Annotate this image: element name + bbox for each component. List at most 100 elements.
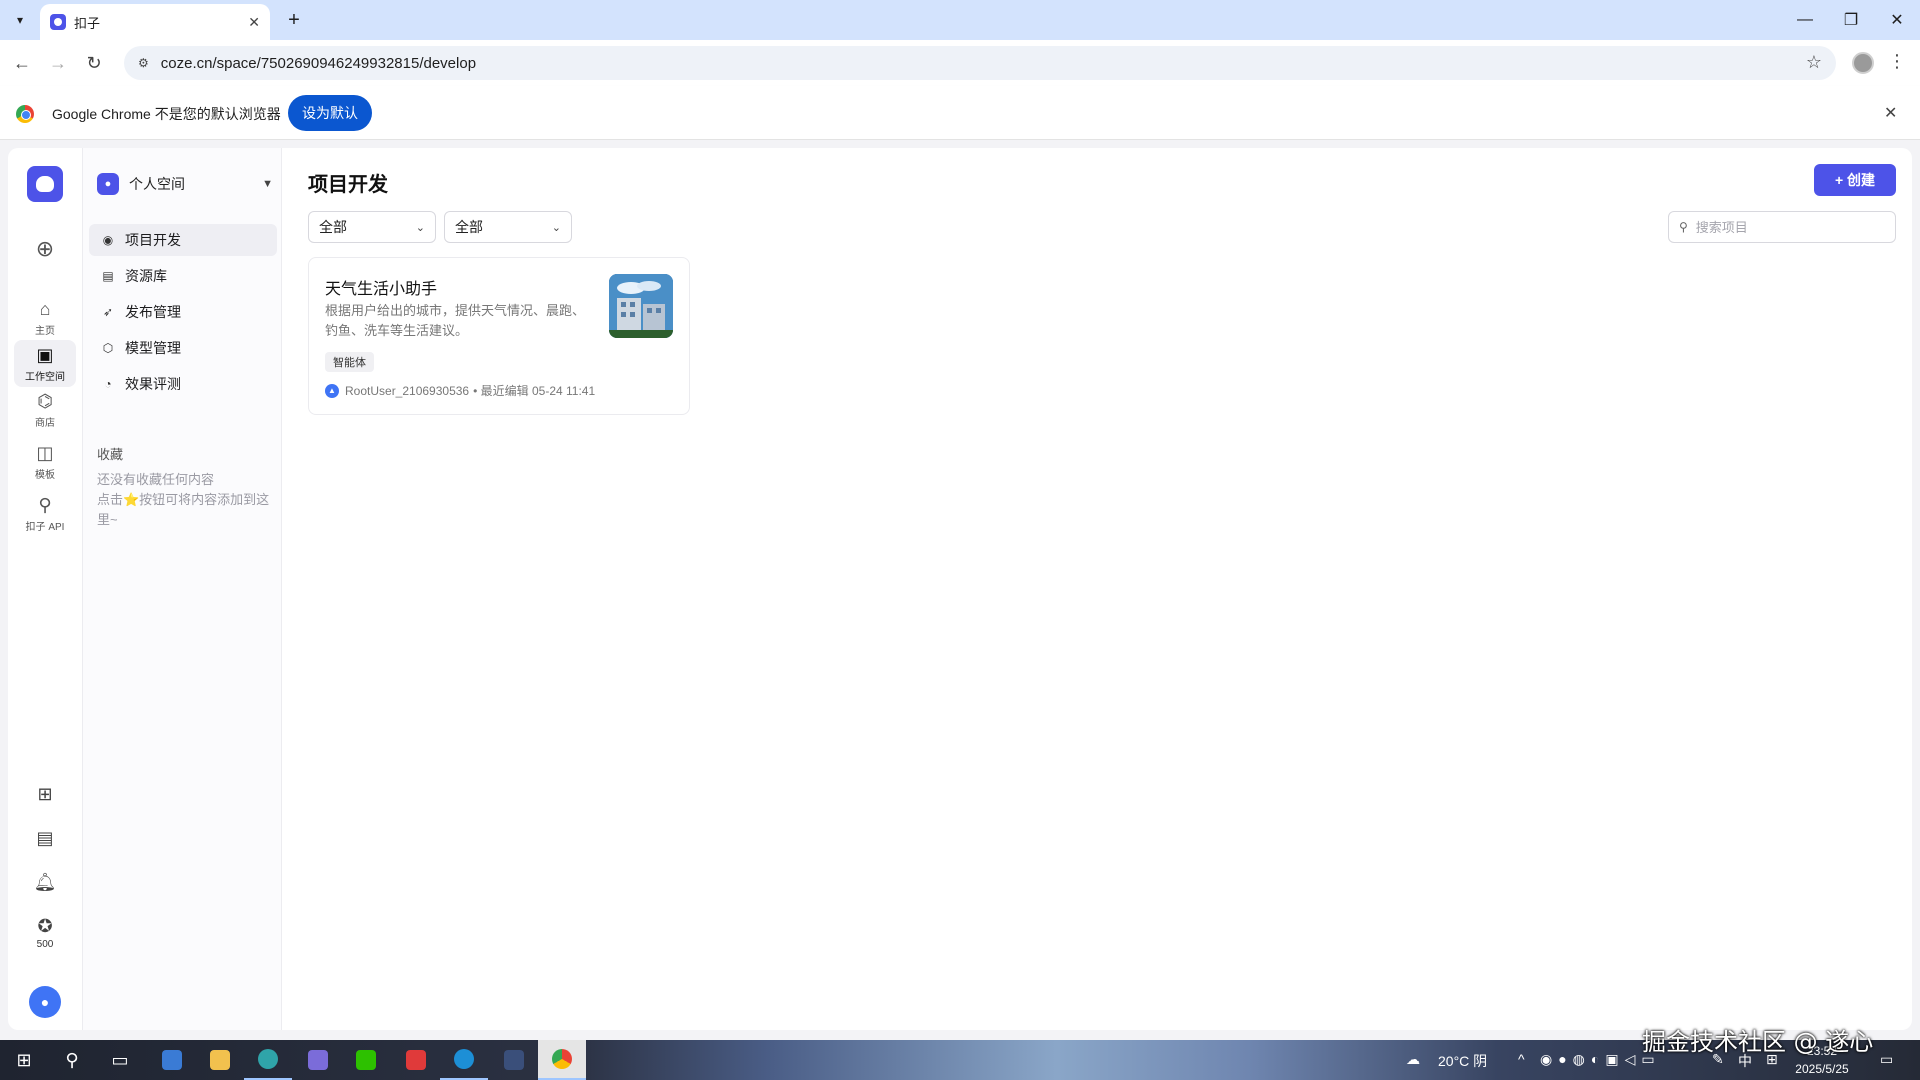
edge-icon [258, 1049, 278, 1069]
create-button[interactable]: + 创建 [1814, 164, 1896, 196]
tab-close-icon[interactable]: ✕ [248, 14, 260, 31]
user-avatar[interactable]: ● [29, 986, 61, 1018]
infobar-text: Google Chrome 不是您的默认浏览器 [52, 106, 281, 122]
space-name: 个人空间 [129, 176, 185, 192]
rail-item-store[interactable]: ⌬ 商店 [14, 390, 76, 430]
rail-item-workspace[interactable]: ▣ 工作空间 [14, 340, 76, 387]
chevron-down-icon: ⌄ [415, 221, 425, 234]
points-badge[interactable]: ✪ 500 [14, 916, 76, 950]
app-icon [308, 1050, 328, 1070]
bell-icon[interactable]: 🔔︎ [14, 872, 76, 893]
taskbar-app-4[interactable] [490, 1040, 538, 1080]
weather-icon[interactable]: ☁ [1406, 1051, 1420, 1068]
space-selector[interactable]: ● 个人空间 ▼ [97, 170, 273, 198]
minimize-icon[interactable]: — [1782, 0, 1828, 40]
nav-item-publish[interactable]: ➶ 发布管理 [89, 296, 277, 328]
watermark-text: 掘金技术社区 @ 遂心 [1642, 1028, 1874, 1056]
favorites-title: 收藏 [97, 447, 124, 462]
tab-title: 扣子 [74, 15, 101, 31]
rail-item-label: 扣子 API [25, 522, 65, 533]
taskbar-app-1[interactable] [148, 1040, 196, 1080]
filter-value: 全部 [319, 219, 347, 235]
edge-icon [454, 1049, 474, 1069]
taskbar-app-2[interactable] [294, 1040, 342, 1080]
back-arrow-icon[interactable]: ← [10, 51, 34, 75]
coze-favicon-icon [50, 14, 66, 30]
points-star-icon: ✪ [37, 916, 53, 936]
rail-item-templates[interactable]: ◫ 模板 [14, 442, 76, 482]
taskbar-app-3[interactable] [392, 1040, 440, 1080]
space-user-icon: ● [97, 173, 119, 195]
taskbar-chrome[interactable] [538, 1040, 586, 1080]
left-rail: ⊕ ⌂ 主页 ▣ 工作空间 ⌬ 商店 ◫ 模板 ⚲ 扣子 API ⊞ ▤ 🔔︎ … [8, 148, 82, 1030]
card-thumbnail-image [609, 274, 673, 338]
task-view-icon[interactable]: ▭ [96, 1040, 144, 1080]
search-icon[interactable]: ⚲ [48, 1040, 96, 1080]
template-icon: ◫ [36, 442, 54, 463]
taskbar-edge-1[interactable] [244, 1040, 292, 1080]
profile-avatar[interactable] [1852, 52, 1874, 74]
set-default-button[interactable]: 设为默认 [288, 95, 372, 131]
author-avatar: ▲ [325, 383, 339, 398]
app-icon [406, 1050, 426, 1070]
window-close-icon[interactable]: ✕ [1874, 0, 1920, 40]
rail-item-label: 商店 [35, 418, 55, 429]
tab-search-chevron-icon[interactable]: ▾ [8, 8, 32, 32]
rail-item-label: 模板 [35, 470, 55, 481]
forward-arrow-icon[interactable]: → [46, 51, 70, 75]
nav-item-project-dev[interactable]: ◉ 项目开发 [89, 224, 277, 256]
project-card[interactable]: 天气生活小助手 根据用户给出的城市，提供天气情况、晨跑、钓鱼、洗车等生活建议。 [308, 257, 690, 415]
model-icon: ⬡ [102, 341, 114, 355]
card-meta: ▲ RootUser_2106930536 • 最近编辑 05-24 11:41 [325, 382, 595, 399]
points-value: 500 [36, 939, 54, 950]
address-bar[interactable]: ⚙ coze.cn/space/7502690946249932815/deve… [124, 46, 1836, 80]
taskbar-file-explorer[interactable] [196, 1040, 244, 1080]
coze-logo-icon[interactable] [27, 166, 63, 202]
store-icon: ⌬ [37, 390, 53, 411]
browser-tab[interactable]: 扣子 ✕ [40, 4, 270, 40]
taskbar-edge-2[interactable] [440, 1040, 488, 1080]
search-input[interactable] [1695, 219, 1886, 235]
infobar-close-icon[interactable]: ✕ [1884, 103, 1897, 123]
nav-item-models[interactable]: ⬡ 模型管理 [89, 332, 277, 364]
url-text: coze.cn/space/7502690946249932815/develo… [160, 54, 477, 72]
nav-item-label: 模型管理 [125, 340, 181, 356]
chevron-down-icon: ▼ [262, 178, 273, 190]
folder-icon [210, 1050, 230, 1070]
app-icon [504, 1050, 524, 1070]
chrome-menu-icon[interactable]: ⋮ [1888, 51, 1906, 72]
type-filter-select[interactable]: 全部 ⌄ [308, 211, 436, 243]
apps-grid-icon[interactable]: ⊞ [14, 784, 76, 805]
new-tab-plus-icon[interactable]: + [282, 8, 306, 32]
weather-text[interactable]: 20°C 阴 [1438, 1051, 1487, 1071]
tray-overflow-chevron-icon[interactable]: ^ [1518, 1051, 1525, 1067]
nav-item-library[interactable]: ▤ 资源库 [89, 260, 277, 292]
app-icon [162, 1050, 182, 1070]
api-icon: ⚲ [38, 494, 52, 515]
notification-icon[interactable]: ▭ [1880, 1051, 1893, 1068]
chevron-down-icon: ⌄ [551, 221, 561, 234]
terminal-icon: ▣ [36, 344, 54, 365]
library-icon: ▤ [102, 269, 114, 283]
page-title: 项目开发 [308, 174, 388, 196]
agent-tag: 智能体 [325, 352, 374, 372]
home-icon: ⌂ [39, 298, 51, 319]
nav-item-evaluation[interactable]: ◔ 效果评测 [89, 368, 277, 400]
site-settings-icon[interactable]: ⚙ [138, 56, 149, 70]
project-search-box[interactable]: ⚲ [1668, 211, 1896, 243]
nav-item-label: 发布管理 [125, 304, 181, 320]
docs-icon[interactable]: ▤ [14, 828, 76, 849]
bookmark-star-icon[interactable]: ☆ [1806, 52, 1822, 73]
filter-value: 全部 [455, 219, 483, 235]
nav-item-label: 效果评测 [125, 376, 181, 392]
windows-start-icon[interactable]: ⊞ [0, 1040, 48, 1080]
restore-icon[interactable]: ❐ [1828, 0, 1874, 40]
workspace-sidebar: ● 个人空间 ▼ ◉ 项目开发 ▤ 资源库 ➶ 发布管理 ⬡ 模型管理 ◔ 效果… [82, 148, 282, 1030]
rail-item-api[interactable]: ⚲ 扣子 API [14, 494, 76, 534]
owner-filter-select[interactable]: 全部 ⌄ [444, 211, 572, 243]
reload-icon[interactable]: ↻ [82, 51, 106, 75]
favorites-empty-text: 还没有收藏任何内容 点击⭐按钮可将内容添加到这里~ [97, 470, 277, 530]
taskbar-wechat[interactable] [342, 1040, 390, 1080]
rail-item-home[interactable]: ⌂ 主页 [14, 298, 76, 338]
rail-create-button[interactable]: ⊕ [14, 236, 76, 261]
